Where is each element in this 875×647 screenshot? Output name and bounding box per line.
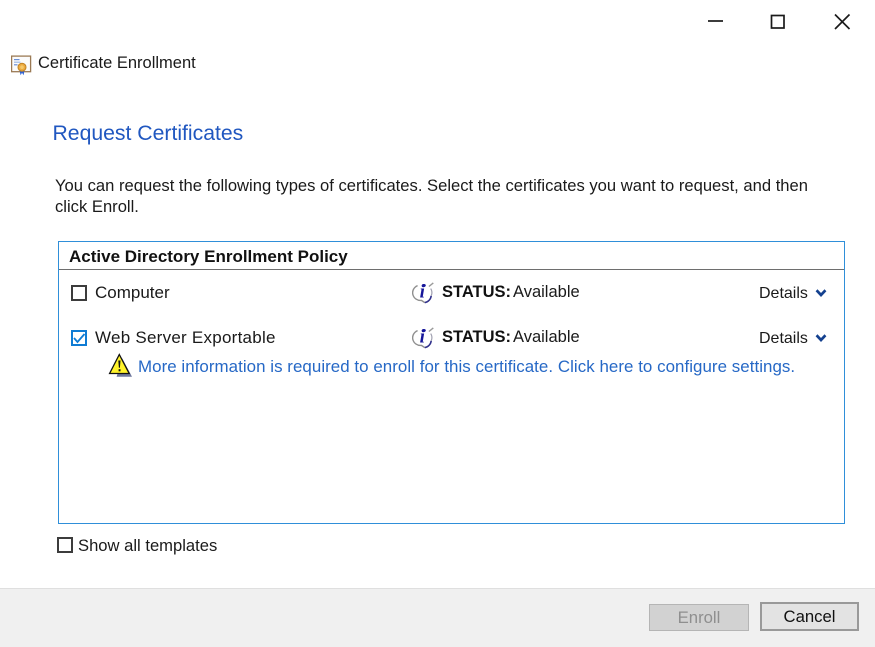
svg-text:i: i (419, 282, 425, 302)
svg-text:i: i (419, 327, 425, 347)
